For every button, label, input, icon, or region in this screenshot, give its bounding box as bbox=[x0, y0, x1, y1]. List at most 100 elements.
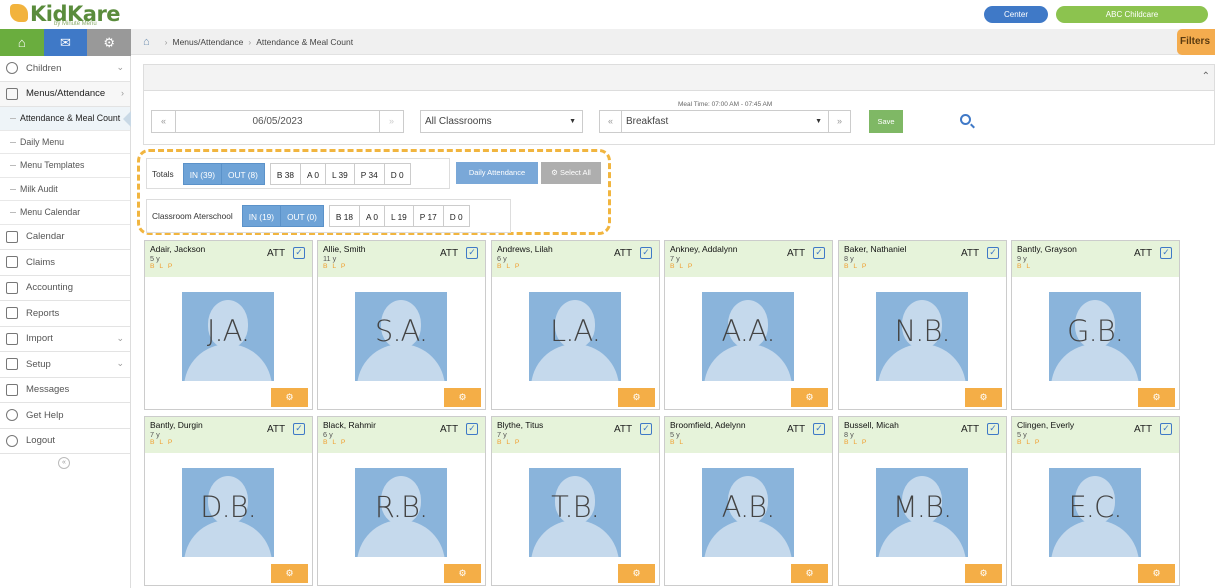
previous-meal-button[interactable]: « bbox=[600, 111, 622, 132]
avatar-body-shape bbox=[184, 520, 272, 557]
collapse-sidebar-icon[interactable]: « bbox=[58, 457, 70, 469]
attendance-checkbox[interactable]: ✓ bbox=[466, 247, 478, 259]
child-name[interactable]: Bantly, Grayson bbox=[1017, 244, 1179, 254]
child-card[interactable]: Blythe, Titus 7 yB L P ATT ✓ T.B. ⚙ bbox=[491, 416, 660, 586]
avatar-body-shape bbox=[357, 344, 445, 381]
meal-count-button[interactable]: ⚙ bbox=[618, 564, 655, 583]
child-name[interactable]: Adair, Jackson bbox=[150, 244, 312, 254]
sidebar-item-reports[interactable]: Reports bbox=[0, 301, 130, 327]
meal-count-button[interactable]: ⚙ bbox=[1138, 388, 1175, 407]
attendance-checkbox[interactable]: ✓ bbox=[987, 247, 999, 259]
mail-icon[interactable]: ✉ bbox=[43, 29, 88, 56]
meal-select[interactable]: Breakfast ▼ bbox=[622, 111, 828, 132]
meal-count-button[interactable]: ⚙ bbox=[271, 564, 308, 583]
previous-date-button[interactable]: « bbox=[152, 111, 176, 132]
child-card[interactable]: Adair, Jackson 5 yB L P ATT ✓ J.A. ⚙ bbox=[144, 240, 313, 410]
home-breadcrumb-icon[interactable]: ⌂ bbox=[143, 36, 150, 48]
classroom-pm-snack: P 17 bbox=[412, 205, 444, 227]
sidebar-subitem-milk-audit[interactable]: Milk Audit bbox=[0, 178, 130, 201]
home-icon[interactable]: ⌂ bbox=[0, 29, 44, 56]
meal-count-button[interactable]: ⚙ bbox=[965, 564, 1002, 583]
sidebar-item-logout[interactable]: Logout bbox=[0, 429, 130, 454]
meal-count-button[interactable]: ⚙ bbox=[1138, 564, 1175, 583]
meal-count-button[interactable]: ⚙ bbox=[791, 564, 828, 583]
meal-count-button[interactable]: ⚙ bbox=[618, 388, 655, 407]
filters-button[interactable]: Filters bbox=[1177, 29, 1215, 55]
child-name[interactable]: Bantly, Durgin bbox=[150, 420, 312, 430]
child-card[interactable]: Baker, Nathaniel 8 yB L P ATT ✓ N.B. ⚙ bbox=[838, 240, 1007, 410]
child-name[interactable]: Bussell, Micah bbox=[844, 420, 1006, 430]
next-date-button[interactable]: » bbox=[379, 111, 403, 132]
child-card[interactable]: Black, Rahmir 6 yB L P ATT ✓ R.B. ⚙ bbox=[317, 416, 486, 586]
child-name[interactable]: Allie, Smith bbox=[323, 244, 485, 254]
child-name[interactable]: Andrews, Lilah bbox=[497, 244, 659, 254]
classroom-out-button[interactable]: OUT (0) bbox=[280, 205, 324, 227]
child-meals: B L P bbox=[844, 439, 868, 446]
child-card[interactable]: Bussell, Micah 8 yB L P ATT ✓ M.B. ⚙ bbox=[838, 416, 1007, 586]
child-card[interactable]: Andrews, Lilah 6 yB L P ATT ✓ L.A. ⚙ bbox=[491, 240, 660, 410]
bank-icon bbox=[6, 281, 18, 294]
child-name[interactable]: Baker, Nathaniel bbox=[844, 244, 1006, 254]
breadcrumb-parent[interactable]: Menus/Attendance bbox=[173, 37, 244, 47]
chevron-up-icon[interactable]: ⌃ bbox=[1202, 71, 1210, 82]
attendance-checkbox[interactable]: ✓ bbox=[640, 247, 652, 259]
sidebar-item-menus-attendance[interactable]: Menus/Attendance › bbox=[0, 81, 130, 107]
child-card[interactable]: Ankney, Addalynn 7 yB L P ATT ✓ A.A. ⚙ bbox=[664, 240, 833, 410]
totals-out-button[interactable]: OUT (8) bbox=[221, 162, 265, 185]
child-avatar: T.B. bbox=[529, 468, 621, 557]
child-name[interactable]: Blythe, Titus bbox=[497, 420, 659, 430]
gear-icon[interactable]: ⚙ bbox=[87, 29, 132, 56]
child-card[interactable]: Bantly, Durgin 7 yB L P ATT ✓ D.B. ⚙ bbox=[144, 416, 313, 586]
attendance-checkbox[interactable]: ✓ bbox=[813, 247, 825, 259]
attendance-checkbox[interactable]: ✓ bbox=[293, 247, 305, 259]
attendance-checkbox[interactable]: ✓ bbox=[1160, 423, 1172, 435]
sidebar-subitem-daily-menu[interactable]: Daily Menu bbox=[0, 131, 130, 154]
next-meal-button[interactable]: » bbox=[828, 111, 850, 132]
child-card[interactable]: Allie, Smith 11 yB L P ATT ✓ S.A. ⚙ bbox=[317, 240, 486, 410]
sidebar-item-get-help[interactable]: Get Help bbox=[0, 403, 130, 429]
attendance-checkbox[interactable]: ✓ bbox=[813, 423, 825, 435]
meal-count-button[interactable]: ⚙ bbox=[791, 388, 828, 407]
sidebar-subitem-attendance-meal-count[interactable]: Attendance & Meal Count bbox=[0, 107, 131, 131]
meal-count-button[interactable]: ⚙ bbox=[965, 388, 1002, 407]
child-initials: L.A. bbox=[550, 314, 601, 348]
save-button[interactable]: Save bbox=[869, 110, 903, 133]
classroom-in-button[interactable]: IN (19) bbox=[241, 205, 282, 227]
attendance-checkbox[interactable]: ✓ bbox=[466, 423, 478, 435]
sidebar-subitem-menu-templates[interactable]: Menu Templates bbox=[0, 154, 130, 178]
totals-in-button[interactable]: IN (39) bbox=[182, 162, 223, 185]
sidebar-item-label: Menus/Attendance bbox=[26, 88, 106, 100]
select-all-button[interactable]: ⚙ Select All bbox=[541, 162, 601, 184]
date-field[interactable]: 06/05/2023 bbox=[176, 111, 379, 132]
center-button[interactable]: Center bbox=[984, 6, 1048, 23]
classroom-select[interactable]: All Classrooms ▼ bbox=[420, 110, 583, 133]
sidebar-item-calendar[interactable]: Calendar bbox=[0, 225, 130, 250]
provider-button[interactable]: ABC Childcare bbox=[1056, 6, 1208, 23]
child-name[interactable]: Clingen, Everly bbox=[1017, 420, 1179, 430]
child-name[interactable]: Broomfield, Adelynn bbox=[670, 420, 832, 430]
meal-count-button[interactable]: ⚙ bbox=[444, 564, 481, 583]
meal-select-value: Breakfast bbox=[626, 116, 669, 127]
child-card[interactable]: Clingen, Everly 5 yB L P ATT ✓ E.C. ⚙ bbox=[1011, 416, 1180, 586]
sidebar-item-accounting[interactable]: Accounting bbox=[0, 276, 130, 301]
sidebar-item-import[interactable]: Import ⌄ bbox=[0, 327, 130, 352]
attendance-checkbox[interactable]: ✓ bbox=[987, 423, 999, 435]
sidebar-subitem-menu-calendar[interactable]: Menu Calendar bbox=[0, 201, 130, 225]
child-card[interactable]: Broomfield, Adelynn 5 yB L ATT ✓ A.B. ⚙ bbox=[664, 416, 833, 586]
child-name[interactable]: Ankney, Addalynn bbox=[670, 244, 832, 254]
meal-count-button[interactable]: ⚙ bbox=[444, 388, 481, 407]
child-name[interactable]: Black, Rahmir bbox=[323, 420, 485, 430]
attendance-checkbox[interactable]: ✓ bbox=[1160, 247, 1172, 259]
daily-attendance-button[interactable]: Daily Attendance bbox=[456, 162, 538, 184]
attendance-checkbox[interactable]: ✓ bbox=[293, 423, 305, 435]
search-icon[interactable] bbox=[960, 114, 971, 125]
sidebar-item-claims[interactable]: Claims bbox=[0, 250, 130, 276]
child-card-header: Clingen, Everly 5 yB L P ATT ✓ bbox=[1012, 417, 1179, 453]
sidebar-item-setup[interactable]: Setup ⌄ bbox=[0, 352, 130, 378]
utensils-icon: ⚙ bbox=[805, 568, 814, 578]
attendance-checkbox[interactable]: ✓ bbox=[640, 423, 652, 435]
child-card[interactable]: Bantly, Grayson 9 yB L ATT ✓ G.B. ⚙ bbox=[1011, 240, 1180, 410]
sidebar-item-children[interactable]: Children ⌄ bbox=[0, 56, 130, 82]
sidebar-item-messages[interactable]: Messages bbox=[0, 378, 130, 403]
meal-count-button[interactable]: ⚙ bbox=[271, 388, 308, 407]
